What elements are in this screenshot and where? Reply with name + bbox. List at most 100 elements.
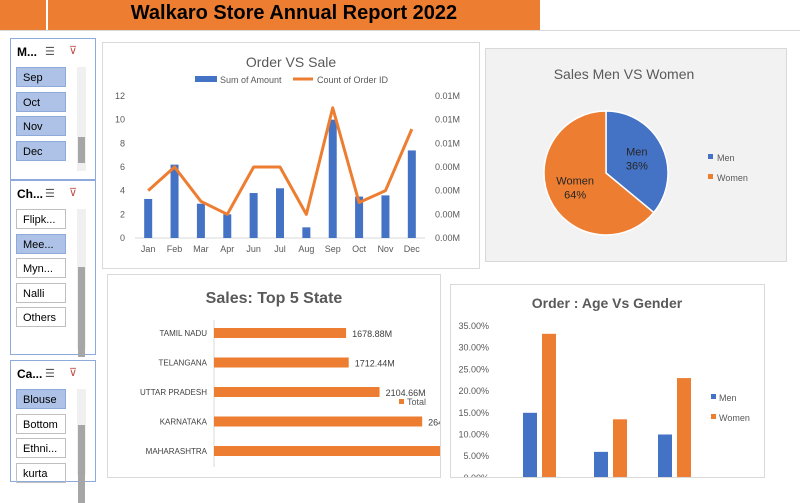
legend-label: Men (719, 393, 737, 403)
bar-sum-of-amount (302, 227, 311, 238)
sales-men-women-panel: Sales Men VS Women Men 36% Men Women 64% Women (485, 48, 787, 262)
slicer-item[interactable]: Nov (16, 116, 66, 136)
x-tick-label: Mar (193, 244, 209, 254)
legend-swatch (711, 394, 716, 399)
category-label: UTTAR PRADESH (140, 388, 207, 397)
slicer-item[interactable]: Myn... (16, 258, 66, 278)
y-tick-label: 5.00% (463, 451, 489, 461)
legend-label: Women (717, 173, 748, 183)
y2-tick-label: 0.00M (435, 209, 460, 219)
slicer-item[interactable]: Oct (16, 91, 66, 112)
legend-swatch (399, 399, 404, 404)
category-label: TELANGANA (159, 359, 208, 368)
chart-title: Order VS Sale (246, 54, 336, 70)
legend-label: Men (717, 153, 735, 163)
scrollbar-thumb[interactable] (78, 425, 85, 503)
scrollbar-thumb[interactable] (78, 137, 85, 163)
slicer-scrollbar[interactable] (77, 67, 86, 171)
slicer-title: Ca... (17, 367, 43, 381)
category-label: TAMIL NADU (159, 329, 207, 338)
bar-total (214, 446, 450, 456)
divider (0, 30, 800, 31)
y-tick-label: 2 (120, 209, 125, 219)
x-tick-label: Oct (352, 244, 367, 254)
order-vs-sale-panel: Order VS Sale Sum of Amount Count of Order… (102, 42, 480, 269)
y-tick-label: 6 (120, 162, 125, 172)
x-tick-label: Dec (404, 244, 421, 254)
slicer-item[interactable]: kurta (16, 462, 66, 483)
x-tick-label: Nov (377, 244, 394, 254)
slicer-item[interactable]: Others (16, 307, 66, 327)
y2-tick-label: 0.01M (435, 91, 460, 101)
slicer-item[interactable]: Dec (16, 140, 66, 161)
order-vs-sale-chart: Order VS Sale Sum of Amount Count of Order… (115, 54, 460, 254)
y-tick-label: 20.00% (458, 386, 489, 396)
multi-select-icon[interactable]: ☰ (45, 45, 55, 58)
slicer-item[interactable]: Ethni... (16, 438, 66, 458)
bar-total (214, 416, 423, 427)
y-tick-label: 0.00% (463, 473, 489, 477)
multi-select-icon[interactable]: ☰ (45, 187, 55, 200)
pie-label: 64% (564, 190, 586, 202)
scrollbar-thumb[interactable] (78, 267, 85, 357)
sales-men-women-chart: Sales Men VS Women Men 36% Men Women 64% Women (543, 66, 748, 236)
pie-label: Women (556, 176, 594, 188)
slicer-scrollbar[interactable] (77, 389, 86, 503)
bar-total (214, 387, 380, 397)
header-left-band (0, 0, 46, 30)
data-label: 2646.36M (428, 418, 440, 428)
age-vs-gender-chart: Order : Age Vs Gender 35.00% 30.00% 25.00% 2… (458, 295, 749, 483)
clear-filter-icon[interactable]: ⊽ (69, 44, 77, 57)
data-label: 1678.88M (352, 329, 392, 339)
legend-label: Total (407, 397, 426, 407)
x-tick-label: Feb (167, 244, 183, 254)
x-tick-label: Jan (141, 244, 156, 254)
y2-tick-label: 0.01M (435, 115, 460, 125)
top-5-state-chart: Sales: Top 5 State TAMIL NADU 1678.88M TELA… (140, 290, 495, 467)
y2-tick-label: 0.01M (435, 138, 460, 148)
x-tick-label: Jun (246, 244, 261, 254)
slicer-item[interactable]: Bottom (16, 413, 66, 434)
x-tick-label: Sep (325, 244, 341, 254)
slicer-month[interactable]: M... ☰ ⊽ Sep Oct Nov Dec (10, 38, 96, 180)
bar-sum-of-amount (276, 188, 284, 238)
slicer-item[interactable]: Sep (16, 67, 66, 87)
slicer-category[interactable]: Ca... ☰ ⊽ Blouse Bottom Ethni... kurta (10, 360, 96, 503)
bar-sum-of-amount (196, 203, 205, 238)
slicer-title: M... (17, 45, 37, 59)
bar-sum-of-amount (249, 193, 258, 238)
bar-women (677, 378, 691, 478)
bar-men (523, 412, 537, 478)
page-title: Walkaro Store Annual Report 2022 (130, 2, 458, 24)
bar-sum-of-amount (223, 214, 232, 238)
legend-swatch (711, 414, 716, 419)
y-tick-label: 35.00% (458, 321, 489, 331)
slicer-scrollbar[interactable] (77, 209, 86, 357)
slicer-channel[interactable]: Ch... ☰ ⊽ Flipk... Mee... Myn... Nalli Others (10, 180, 96, 357)
slicer-item[interactable]: Blouse (16, 389, 66, 409)
slicer-item[interactable]: Mee... (16, 233, 66, 254)
category-label: MAHARASHTRA (146, 447, 208, 456)
legend-swatch (708, 154, 713, 159)
data-label: 1712.44M (355, 359, 395, 369)
bar-total (214, 357, 349, 368)
slicer-title: Ch... (17, 187, 43, 201)
clear-filter-icon[interactable]: ⊽ (69, 186, 77, 199)
top-5-state-panel: Sales: Top 5 State TAMIL NADU 1678.88M TELA… (107, 274, 495, 478)
y-tick-label: 10.00% (458, 430, 489, 440)
legend-label: Sum of Amount (220, 75, 282, 85)
multi-select-icon[interactable]: ☰ (45, 367, 55, 380)
pie-label: 36% (626, 160, 648, 172)
bar-sum-of-amount (144, 198, 153, 238)
clear-filter-icon[interactable]: ⊽ (69, 366, 77, 379)
slicer-item[interactable]: Flipk... (16, 209, 66, 229)
bar-sum-of-amount (407, 150, 416, 238)
bar-women (542, 333, 556, 478)
chart-title: Sales: Top 5 State (206, 290, 343, 307)
bar-sum-of-amount (381, 195, 390, 238)
pie-label: Men (626, 146, 647, 158)
y-tick-label: 8 (120, 138, 125, 148)
slicer-item[interactable]: Nalli (16, 282, 66, 303)
legend-swatch-amount (195, 76, 217, 82)
bar-sum-of-amount (170, 164, 179, 238)
